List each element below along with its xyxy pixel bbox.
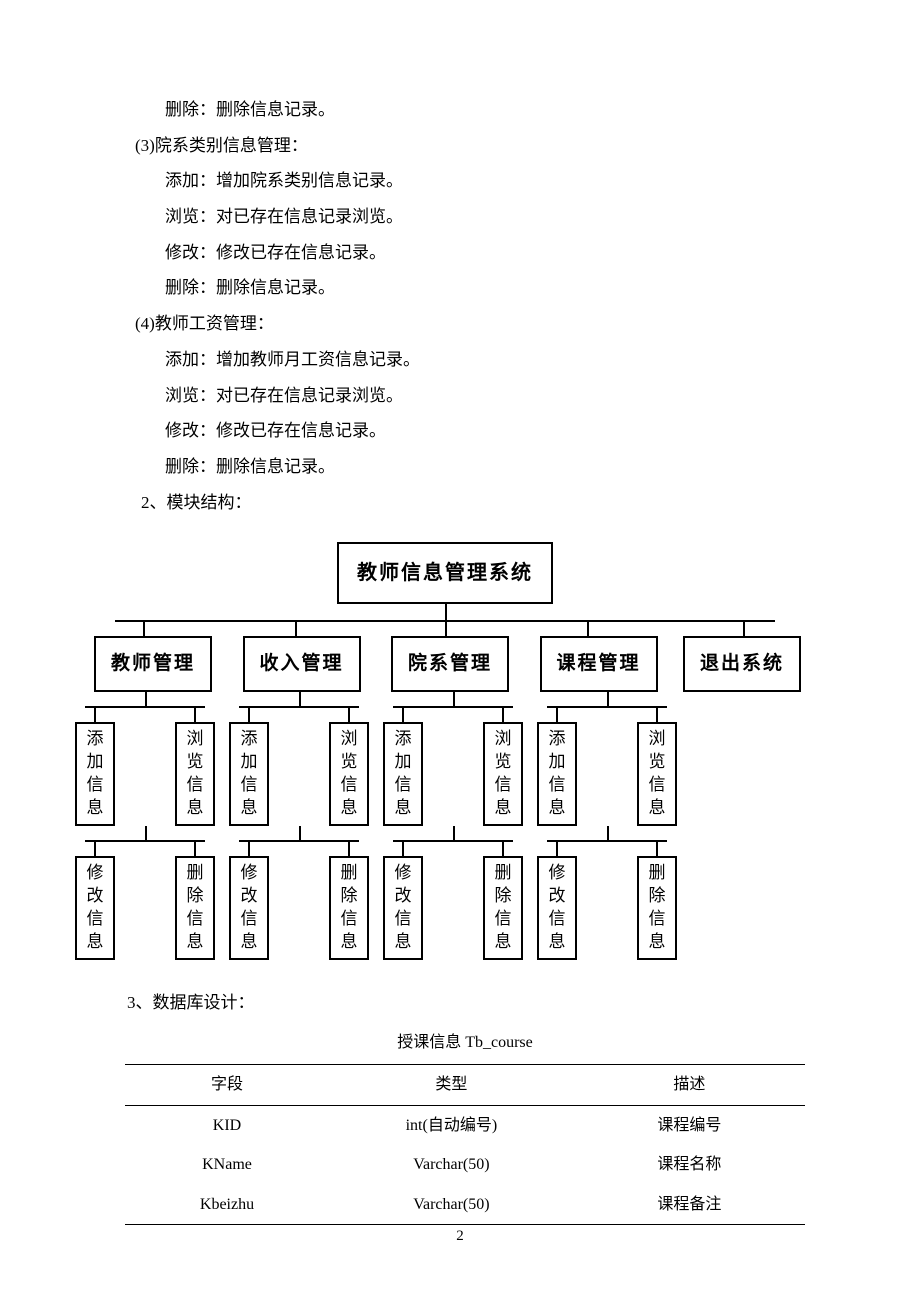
table-header: 描述: [574, 1064, 805, 1105]
tb-course-table: 字段 类型 描述 KID int(自动编号) 课程编号 KName Varcha…: [125, 1064, 805, 1225]
section-heading: 3、数据库设计：: [127, 985, 815, 1021]
list-item: (3)院系类别信息管理：: [135, 128, 815, 164]
diagram-leaf: 删除信息: [637, 856, 677, 960]
table-row: KID int(自动编号) 课程编号: [125, 1105, 805, 1145]
module-structure-diagram: 教师信息管理系统 教师管理 收入管理 院系管理 课程管理 退出系统 添加信息浏览…: [85, 542, 805, 959]
text-line: 浏览：对已存在信息记录浏览。: [165, 378, 815, 414]
diagram-leaf: 添加信息: [75, 722, 115, 826]
diagram-leaf: 删除信息: [175, 856, 215, 960]
table-cell: Varchar(50): [329, 1145, 574, 1185]
diagram-module: 教师管理: [94, 636, 212, 692]
text-line: 删除：删除信息记录。: [165, 92, 815, 128]
table-cell: 课程名称: [574, 1145, 805, 1185]
table-row: Kbeizhu Varchar(50) 课程备注: [125, 1185, 805, 1225]
page-number: 2: [0, 1228, 920, 1245]
text-line: 修改：修改已存在信息记录。: [165, 413, 815, 449]
text-line: 修改：修改已存在信息记录。: [165, 235, 815, 271]
table-header: 字段: [125, 1064, 329, 1105]
list-item: (4)教师工资管理：: [135, 306, 815, 342]
diagram-module: 收入管理: [243, 636, 361, 692]
diagram-leaf: 修改信息: [75, 856, 115, 960]
diagram-leaf: 删除信息: [483, 856, 523, 960]
diagram-leaf: 修改信息: [383, 856, 423, 960]
text-line: 删除：删除信息记录。: [165, 449, 815, 485]
diagram-leaf: 添加信息: [229, 722, 269, 826]
diagram-leaf: 浏览信息: [329, 722, 369, 826]
diagram-leaf: 浏览信息: [483, 722, 523, 826]
diagram-leaf: 浏览信息: [637, 722, 677, 826]
table-cell: KName: [125, 1145, 329, 1185]
table-header-row: 字段 类型 描述: [125, 1064, 805, 1105]
diagram-leaf: 删除信息: [329, 856, 369, 960]
section-heading: 2、模块结构：: [141, 485, 815, 521]
diagram-module: 院系管理: [391, 636, 509, 692]
diagram-leaf: 修改信息: [229, 856, 269, 960]
table-title: 授课信息 Tb_course: [115, 1026, 815, 1060]
diagram-leaf: 添加信息: [383, 722, 423, 826]
document-body: 删除：删除信息记录。 (3)院系类别信息管理： 添加：增加院系类别信息记录。 浏…: [115, 92, 815, 1225]
diagram-root: 教师信息管理系统: [337, 542, 553, 604]
diagram-leaf: 浏览信息: [175, 722, 215, 826]
diagram-leaf: 修改信息: [537, 856, 577, 960]
table-cell: 课程编号: [574, 1105, 805, 1145]
text-line: 浏览：对已存在信息记录浏览。: [165, 199, 815, 235]
text-line: 添加：增加院系类别信息记录。: [165, 163, 815, 199]
diagram-module: 课程管理: [540, 636, 658, 692]
diagram-leaf: 添加信息: [537, 722, 577, 826]
table-row: KName Varchar(50) 课程名称: [125, 1145, 805, 1185]
table-cell: KID: [125, 1105, 329, 1145]
text-line: 删除：删除信息记录。: [165, 270, 815, 306]
table-cell: Varchar(50): [329, 1185, 574, 1225]
text-line: 添加：增加教师月工资信息记录。: [165, 342, 815, 378]
diagram-leaves: 添加信息浏览信息修改信息删除信息 添加信息浏览信息修改信息删除信息 添加信息浏览…: [75, 692, 805, 960]
table-cell: Kbeizhu: [125, 1185, 329, 1225]
diagram-module: 退出系统: [683, 636, 801, 692]
table-header: 类型: [329, 1064, 574, 1105]
table-cell: 课程备注: [574, 1185, 805, 1225]
table-cell: int(自动编号): [329, 1105, 574, 1145]
